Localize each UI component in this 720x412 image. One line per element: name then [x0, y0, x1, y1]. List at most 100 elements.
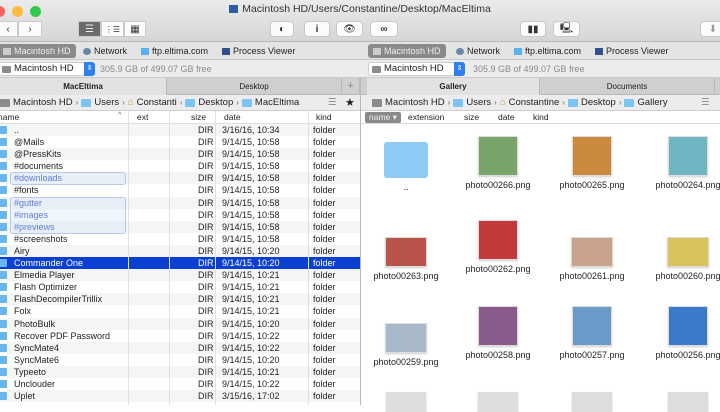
table-row[interactable]: Folx DIR 9/14/15, 10:21 folder [0, 305, 360, 317]
table-row[interactable]: #screenshots DIR 9/14/15, 10:58 folder [0, 233, 360, 245]
table-row[interactable]: #fonts DIR 9/14/15, 10:58 folder [0, 184, 360, 196]
add-tab-button[interactable]: + [342, 78, 360, 95]
gallery-item[interactable]: photo00256.png [643, 302, 720, 360]
photo-thumbnail[interactable] [478, 392, 518, 412]
table-row[interactable]: @PressKits DIR 9/14/15, 10:58 folder [0, 148, 360, 160]
crumb-maceltima[interactable]: MacEltima [255, 97, 299, 108]
table-row[interactable]: Unclouder DIR 9/14/15, 10:22 folder [0, 378, 360, 390]
drive-icon [372, 99, 382, 107]
crumb-macintosh-hd[interactable]: Macintosh HD [13, 97, 73, 108]
table-row[interactable]: PhotoBulk DIR 9/14/15, 10:20 folder [0, 318, 360, 330]
crumb-constantine[interactable]: Constantine [509, 97, 560, 108]
folder-icon [384, 142, 428, 178]
file-name: FlashDecompilerTrillix [14, 293, 102, 305]
table-row[interactable]: Typeeto DIR 9/14/15, 10:21 folder [0, 366, 360, 378]
column-size[interactable]: size [464, 112, 479, 122]
gallery-item[interactable]: photo00261.png [547, 216, 637, 281]
favorite-macintosh-hd-left[interactable]: Macintosh HD [0, 44, 76, 58]
favorite-ftp-left[interactable]: ftp.eltima.com [136, 44, 213, 58]
file-size: DIR [198, 136, 214, 148]
right-drive-select[interactable]: Macintosh HD⇕ [368, 62, 465, 76]
favorite-label: ftp.eltima.com [152, 46, 208, 56]
photo-thumbnail[interactable] [572, 392, 612, 412]
table-row[interactable]: FlashDecompilerTrillix DIR 9/14/15, 10:2… [0, 293, 360, 305]
chevron-right-icon: › [236, 98, 239, 107]
parent-folder-item[interactable]: .. [361, 132, 451, 192]
left-drive-select[interactable]: Macintosh HD⇕ [0, 62, 95, 76]
table-row[interactable]: @Mails DIR 9/14/15, 10:58 folder [0, 136, 360, 148]
history-list-icon[interactable]: ☰ [701, 97, 710, 108]
column-name[interactable]: name [0, 112, 19, 122]
network-button[interactable]: 🖳 [553, 21, 580, 37]
gallery-item[interactable]: photo00265.png [547, 132, 637, 190]
column-date[interactable]: date [498, 112, 515, 122]
search-button[interactable]: ∞ [370, 21, 398, 37]
photo-thumbnail [385, 323, 427, 353]
favorite-process-viewer-right[interactable]: Process Viewer [590, 44, 673, 58]
folder-icon [0, 174, 7, 182]
table-row[interactable]: #documents DIR 9/14/15, 10:58 folder [0, 160, 360, 172]
column-name[interactable]: name ▾ [365, 112, 401, 123]
brief-view-button[interactable]: ⋮☰ [101, 21, 124, 37]
crumb-constantine[interactable]: Constanti [137, 97, 177, 108]
gallery-item[interactable]: photo00260.png [643, 216, 720, 281]
gallery-item[interactable]: photo00258.png [453, 302, 543, 360]
column-size[interactable]: size [191, 112, 206, 122]
column-extension[interactable]: extension [408, 112, 444, 122]
favorite-label: Macintosh HD [14, 46, 71, 56]
archive-button[interactable]: ▮▮ [520, 21, 546, 37]
table-row[interactable]: Uplet DIR 3/15/16, 17:02 folder [0, 390, 360, 402]
star-icon[interactable]: ★ [345, 96, 355, 109]
table-row[interactable]: Flash Optimizer DIR 9/14/15, 10:21 folde… [0, 281, 360, 293]
forward-button[interactable]: › [18, 21, 42, 37]
gallery-item[interactable]: photo00262.png [453, 216, 543, 274]
favorite-process-viewer-left[interactable]: Process Viewer [217, 44, 300, 58]
hidden-files-toggle[interactable]: ◐ [270, 21, 294, 37]
column-kind[interactable]: kind [533, 112, 549, 122]
history-list-icon[interactable]: ☰ [328, 97, 337, 108]
table-row[interactable]: .. DIR 3/16/16, 10:34 folder [0, 124, 360, 136]
favorite-label: Network [467, 46, 500, 56]
gallery-item[interactable]: photo00259.png [361, 302, 451, 367]
tab-documents[interactable]: Documents [540, 78, 715, 95]
table-row[interactable]: SyncMate4 DIR 9/14/15, 10:22 folder [0, 342, 360, 354]
favorite-macintosh-hd-right[interactable]: Macintosh HD [368, 44, 446, 58]
drive-name: Macintosh HD [14, 63, 74, 74]
table-row[interactable]: Airy DIR 9/14/15, 10:20 folder [0, 245, 360, 257]
tab-gallery[interactable]: Gallery [367, 78, 540, 95]
quick-view-button[interactable]: 👁 [336, 21, 363, 37]
list-view-button[interactable]: ☰ [78, 21, 101, 37]
crumb-desktop[interactable]: Desktop [198, 97, 233, 108]
download-button[interactable]: ⬇ [700, 21, 720, 37]
gallery-item[interactable]: photo00266.png [453, 132, 543, 190]
column-date[interactable]: date [224, 112, 241, 122]
crumb-users[interactable]: Users [94, 97, 119, 108]
column-ext[interactable]: ext [137, 112, 148, 122]
favorite-ftp-right[interactable]: ftp.eltima.com [509, 44, 586, 58]
table-row[interactable]: Elmedia Player DIR 9/14/15, 10:21 folder [0, 269, 360, 281]
gallery-item[interactable]: photo00263.png [361, 216, 451, 281]
table-row[interactable]: Recover PDF Password DIR 9/14/15, 10:22 … [0, 330, 360, 342]
tab-maceltima[interactable]: MacEltima [0, 78, 167, 95]
table-row[interactable]: Commander One DIR 9/14/15, 10:20 folder [0, 257, 360, 269]
thumbnail-view-button[interactable]: ▦ [124, 21, 146, 37]
gallery-item[interactable]: photo00264.png [643, 132, 720, 190]
column-kind[interactable]: kind [316, 112, 332, 122]
info-button[interactable]: i [304, 21, 330, 37]
drive-icon [2, 66, 11, 73]
file-kind: folder [313, 160, 336, 172]
crumb-desktop[interactable]: Desktop [581, 97, 616, 108]
file-name: PhotoBulk [14, 318, 55, 330]
gallery-item[interactable]: photo00257.png [547, 302, 637, 360]
crumb-users[interactable]: Users [466, 97, 491, 108]
file-date: 9/14/15, 10:58 [222, 233, 280, 245]
photo-thumbnail[interactable] [386, 392, 426, 412]
photo-thumbnail[interactable] [668, 392, 708, 412]
tab-desktop[interactable]: Desktop [167, 78, 342, 95]
crumb-macintosh-hd[interactable]: Macintosh HD [385, 97, 445, 108]
favorite-network-right[interactable]: Network [451, 44, 505, 58]
table-row[interactable]: SyncMate6 DIR 9/14/15, 10:20 folder [0, 354, 360, 366]
crumb-gallery[interactable]: Gallery [637, 97, 667, 108]
back-button[interactable]: ‹ [0, 21, 18, 37]
favorite-network-left[interactable]: Network [78, 44, 132, 58]
